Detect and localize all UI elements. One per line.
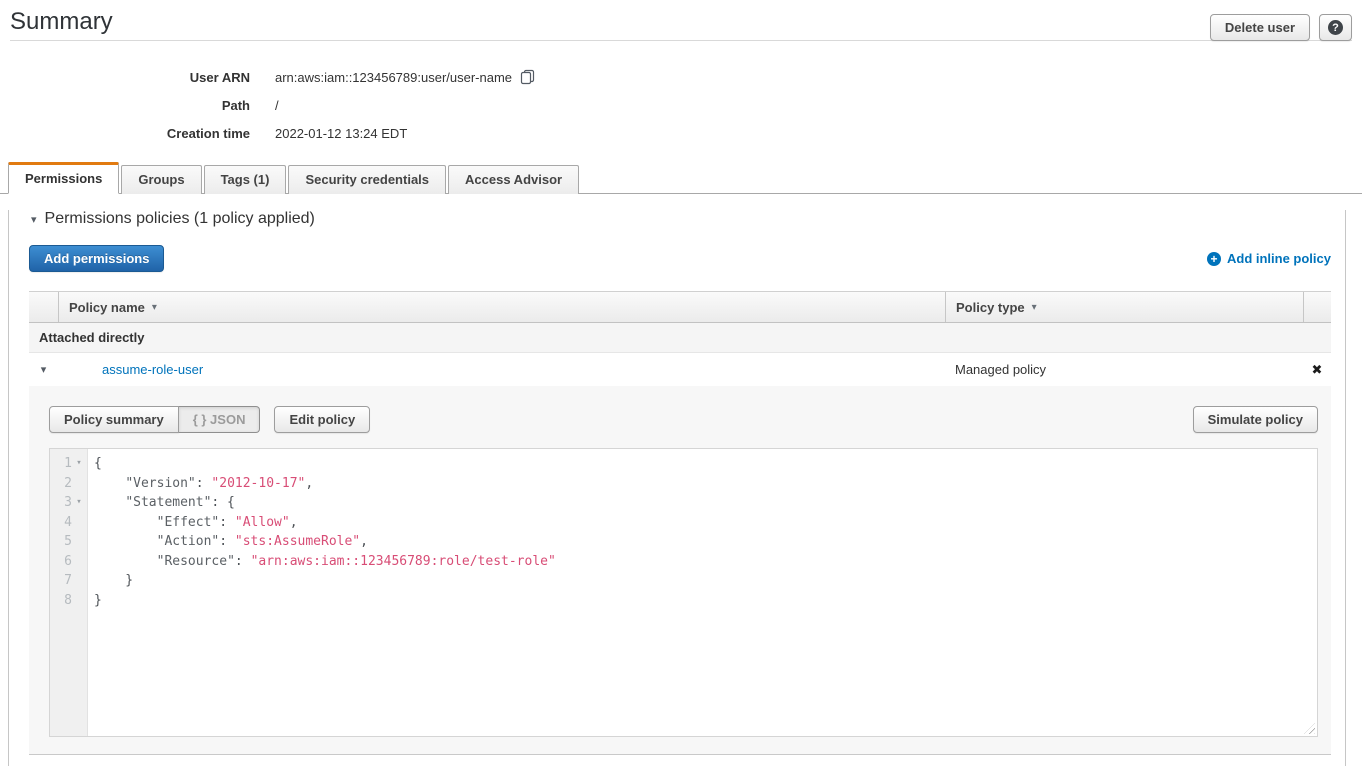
fold-spacer [72, 532, 86, 552]
tab-tags[interactable]: Tags (1) [204, 165, 287, 194]
policy-type-header-label: Policy type [956, 300, 1025, 315]
fold-spacer [72, 513, 86, 533]
fold-spacer [72, 571, 86, 591]
gutter-line: 5 [50, 532, 87, 552]
expand-column-header [29, 292, 58, 322]
creation-time-label: Creation time [0, 126, 250, 141]
policy-table: Policy name ▾ Policy type ▾ Attached dir… [29, 291, 1331, 755]
tab-security-credentials[interactable]: Security credentials [288, 165, 446, 194]
editor-code[interactable]: { "Version": "2012-10-17", "Statement": … [88, 449, 556, 736]
policy-json-editor[interactable]: 1▾23▾45678 { "Version": "2012-10-17", "S… [49, 448, 1318, 737]
fold-spacer [72, 552, 86, 572]
path-label: Path [0, 98, 250, 113]
policy-table-header: Policy name ▾ Policy type ▾ [29, 291, 1331, 323]
sort-caret-icon: ▾ [1032, 302, 1037, 313]
gutter-line: 4 [50, 513, 87, 533]
page-header: Summary Delete user ? [0, 0, 1362, 40]
policy-name-column-header[interactable]: Policy name ▾ [58, 292, 945, 322]
collapse-caret-icon: ▾ [31, 213, 37, 226]
tab-permissions[interactable]: Permissions [8, 162, 119, 194]
row-expand-caret[interactable]: ▾ [29, 363, 58, 376]
code-line: "Statement": { [94, 493, 556, 513]
code-line: "Effect": "Allow", [94, 513, 556, 533]
attached-directly-group-row: Attached directly [29, 323, 1331, 353]
permissions-policies-heading-text: Permissions policies (1 policy applied) [45, 210, 315, 228]
fold-spacer [72, 591, 86, 611]
code-line: { [94, 454, 556, 474]
edit-policy-button[interactable]: Edit policy [274, 406, 370, 433]
policy-view-buttons: Policy summary { } JSON Edit policy [49, 406, 370, 433]
code-line: } [94, 591, 556, 611]
user-arn-label: User ARN [0, 70, 250, 85]
simulate-policy-button[interactable]: Simulate policy [1193, 406, 1318, 433]
policy-row: ▾ assume-role-user Managed policy ✖ [29, 353, 1331, 386]
policy-detail-buttons: Policy summary { } JSON Edit policy Simu… [49, 406, 1318, 433]
resize-handle-icon[interactable] [1304, 723, 1315, 734]
user-details: User ARN arn:aws:iam::123456789:user/use… [0, 63, 1362, 147]
gutter-line: 1▾ [50, 454, 87, 474]
permissions-policies-heading[interactable]: ▾ Permissions policies (1 policy applied… [31, 210, 1345, 228]
policy-detail-panel: Policy summary { } JSON Edit policy Simu… [29, 386, 1331, 755]
detach-policy-icon[interactable]: ✖ [1303, 362, 1331, 378]
fold-caret-icon[interactable]: ▾ [72, 493, 86, 513]
policy-name-header-label: Policy name [69, 300, 145, 315]
policy-name-link[interactable]: assume-role-user [102, 362, 203, 377]
policy-type-cell: Managed policy [945, 362, 1303, 377]
header-actions: Delete user ? [1210, 8, 1352, 41]
gutter-line: 3▾ [50, 493, 87, 513]
path-row: Path / [0, 91, 1362, 119]
plus-icon: + [1207, 252, 1221, 266]
code-line: "Resource": "arn:aws:iam::123456789:role… [94, 552, 556, 572]
page-title: Summary [10, 8, 113, 36]
help-icon: ? [1328, 20, 1343, 35]
user-arn-row: User ARN arn:aws:iam::123456789:user/use… [0, 63, 1362, 91]
help-button[interactable]: ? [1319, 14, 1352, 41]
add-inline-policy-label: Add inline policy [1227, 251, 1331, 266]
header-divider [10, 40, 1352, 41]
fold-caret-icon[interactable]: ▾ [72, 454, 86, 474]
policy-summary-button[interactable]: Policy summary [49, 406, 179, 433]
sort-caret-icon: ▾ [152, 302, 157, 313]
gutter-line: 2 [50, 474, 87, 494]
gutter-line: 7 [50, 571, 87, 591]
delete-user-button[interactable]: Delete user [1210, 14, 1310, 41]
add-permissions-button[interactable]: Add permissions [29, 245, 164, 272]
tab-bar: Permissions Groups Tags (1) Security cre… [0, 162, 1362, 194]
tab-access-advisor[interactable]: Access Advisor [448, 165, 579, 194]
user-arn-text: arn:aws:iam::123456789:user/user-name [275, 70, 512, 85]
gutter-line: 6 [50, 552, 87, 572]
code-line: "Version": "2012-10-17", [94, 474, 556, 494]
add-inline-policy-link[interactable]: + Add inline policy [1207, 251, 1331, 266]
chevron-down-icon: ▾ [41, 363, 47, 376]
detach-column-header [1303, 292, 1331, 322]
code-line: } [94, 571, 556, 591]
permissions-tab-panel: ▾ Permissions policies (1 policy applied… [8, 210, 1346, 766]
gutter-line: 8 [50, 591, 87, 611]
policy-actions-row: Add permissions + Add inline policy [29, 245, 1331, 272]
policy-view-toggle-group: Policy summary { } JSON [49, 406, 260, 433]
policy-name-cell: assume-role-user [58, 362, 945, 377]
creation-time-row: Creation time 2022-01-12 13:24 EDT [0, 119, 1362, 147]
user-arn-value: arn:aws:iam::123456789:user/user-name [275, 67, 535, 88]
copy-icon[interactable] [520, 69, 535, 88]
creation-time-value: 2022-01-12 13:24 EDT [275, 126, 407, 141]
json-button[interactable]: { } JSON [179, 406, 261, 433]
editor-gutter: 1▾23▾45678 [50, 449, 88, 736]
fold-spacer [72, 474, 86, 494]
path-value: / [275, 98, 279, 113]
policy-type-column-header[interactable]: Policy type ▾ [945, 292, 1303, 322]
code-line: "Action": "sts:AssumeRole", [94, 532, 556, 552]
tab-groups[interactable]: Groups [121, 165, 201, 194]
